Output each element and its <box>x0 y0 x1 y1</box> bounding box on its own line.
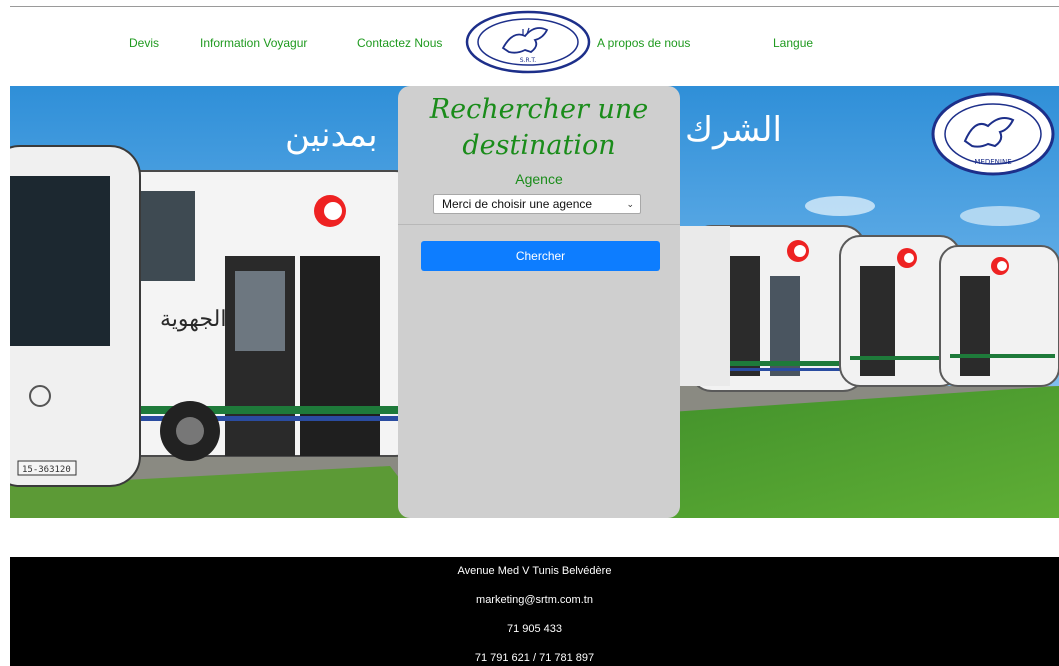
agence-select[interactable]: Merci de choisir une agence ⌄ <box>433 194 641 214</box>
search-button[interactable]: Chercher <box>421 241 660 271</box>
hero-logo: MEDENINE <box>931 92 1055 176</box>
logo-text: S.R.T. <box>520 57 537 64</box>
nav-link-langue[interactable]: Langue <box>773 36 813 50</box>
agence-select-value: Merci de choisir une agence <box>442 197 593 211</box>
nav-link-contact[interactable]: Contactez Nous <box>357 36 442 50</box>
agence-label: Agence <box>515 171 563 187</box>
footer: Avenue Med V Tunis Belvédère marketing@s… <box>10 557 1059 666</box>
footer-phone-2: 71 791 621 / 71 781 897 <box>474 652 595 664</box>
hero-logo-text: MEDENINE <box>974 158 1011 166</box>
nav-link-devis[interactable]: Devis <box>129 36 159 50</box>
chevron-down-icon: ⌄ <box>626 199 634 209</box>
nav-link-a-propos[interactable]: A propos de nous <box>597 36 690 50</box>
search-title: Rechercher une destination <box>429 94 649 161</box>
license-plate: 15-363120 <box>22 465 71 475</box>
nav-link-information-voyageur[interactable]: Information Voyagur <box>200 36 307 50</box>
footer-address: Avenue Med V Tunis Belvédère <box>457 565 612 577</box>
footer-phone-1: 71 905 433 <box>506 623 563 635</box>
srtm-logo[interactable]: S.R.T. <box>465 10 591 74</box>
bus-lettering: الجهوية <box>160 307 226 332</box>
footer-email[interactable]: marketing@srtm.com.tn <box>10 594 1059 606</box>
top-navigation: Devis Information Voyagur Contactez Nous… <box>0 0 1059 86</box>
hero-arabic-left: بمدنين <box>285 115 378 155</box>
search-panel: Rechercher une destination Agence Merci … <box>398 86 680 518</box>
hero-arabic-right: الشرك <box>685 110 782 150</box>
panel-divider <box>398 224 680 225</box>
